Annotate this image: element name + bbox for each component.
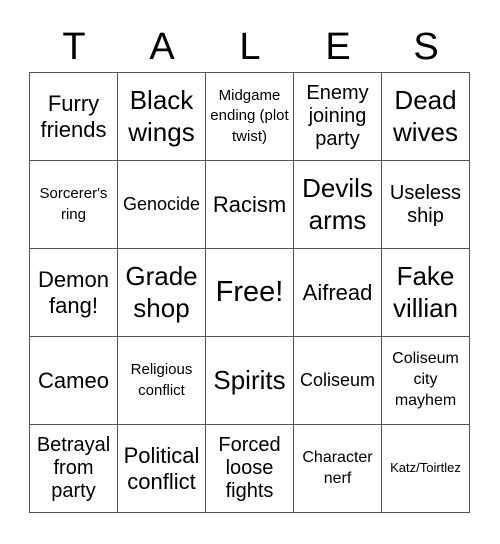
bingo-cell[interactable]: Betrayal from party	[30, 425, 118, 513]
bingo-cell[interactable]: Spirits	[206, 337, 294, 425]
bingo-cell[interactable]: Furry friends	[30, 73, 118, 161]
bingo-cell[interactable]: Cameo	[30, 337, 118, 425]
bingo-cell[interactable]: Useless ship	[382, 161, 470, 249]
bingo-cell[interactable]: Fake villian	[382, 249, 470, 337]
bingo-grid: Furry friends Black wings Midgame ending…	[29, 72, 470, 513]
bingo-cell[interactable]: Demon fang!	[30, 249, 118, 337]
bingo-cell[interactable]: Aifread	[294, 249, 382, 337]
bingo-cell[interactable]: Racism	[206, 161, 294, 249]
bingo-cell[interactable]: Forced loose fights	[206, 425, 294, 513]
bingo-cell[interactable]: Enemy joining party	[294, 73, 382, 161]
bingo-cell[interactable]: Black wings	[118, 73, 206, 161]
bingo-cell[interactable]: Dead wives	[382, 73, 470, 161]
header-letter: S	[413, 26, 439, 68]
bingo-cell[interactable]: Grade shop	[118, 249, 206, 337]
bingo-header: T A L E S	[30, 22, 470, 72]
bingo-cell[interactable]: Midgame ending (plot twist)	[206, 73, 294, 161]
bingo-cell[interactable]: Coliseum	[294, 337, 382, 425]
bingo-cell[interactable]: Genocide	[118, 161, 206, 249]
bingo-cell[interactable]: Sorcerer's ring	[30, 161, 118, 249]
header-letter: T	[62, 26, 86, 68]
bingo-cell[interactable]: Character nerf	[294, 425, 382, 513]
free-space[interactable]: Free!	[206, 249, 294, 337]
bingo-cell[interactable]: Coliseum city mayhem	[382, 337, 470, 425]
header-letter: L	[239, 26, 261, 68]
bingo-cell[interactable]: Religious conflict	[118, 337, 206, 425]
header-letter: A	[149, 26, 175, 68]
bingo-cell[interactable]: Political conflict	[118, 425, 206, 513]
bingo-cell[interactable]: Devils arms	[294, 161, 382, 249]
bingo-cell[interactable]: Katz/Toirtlez	[382, 425, 470, 513]
header-letter: E	[325, 26, 351, 68]
